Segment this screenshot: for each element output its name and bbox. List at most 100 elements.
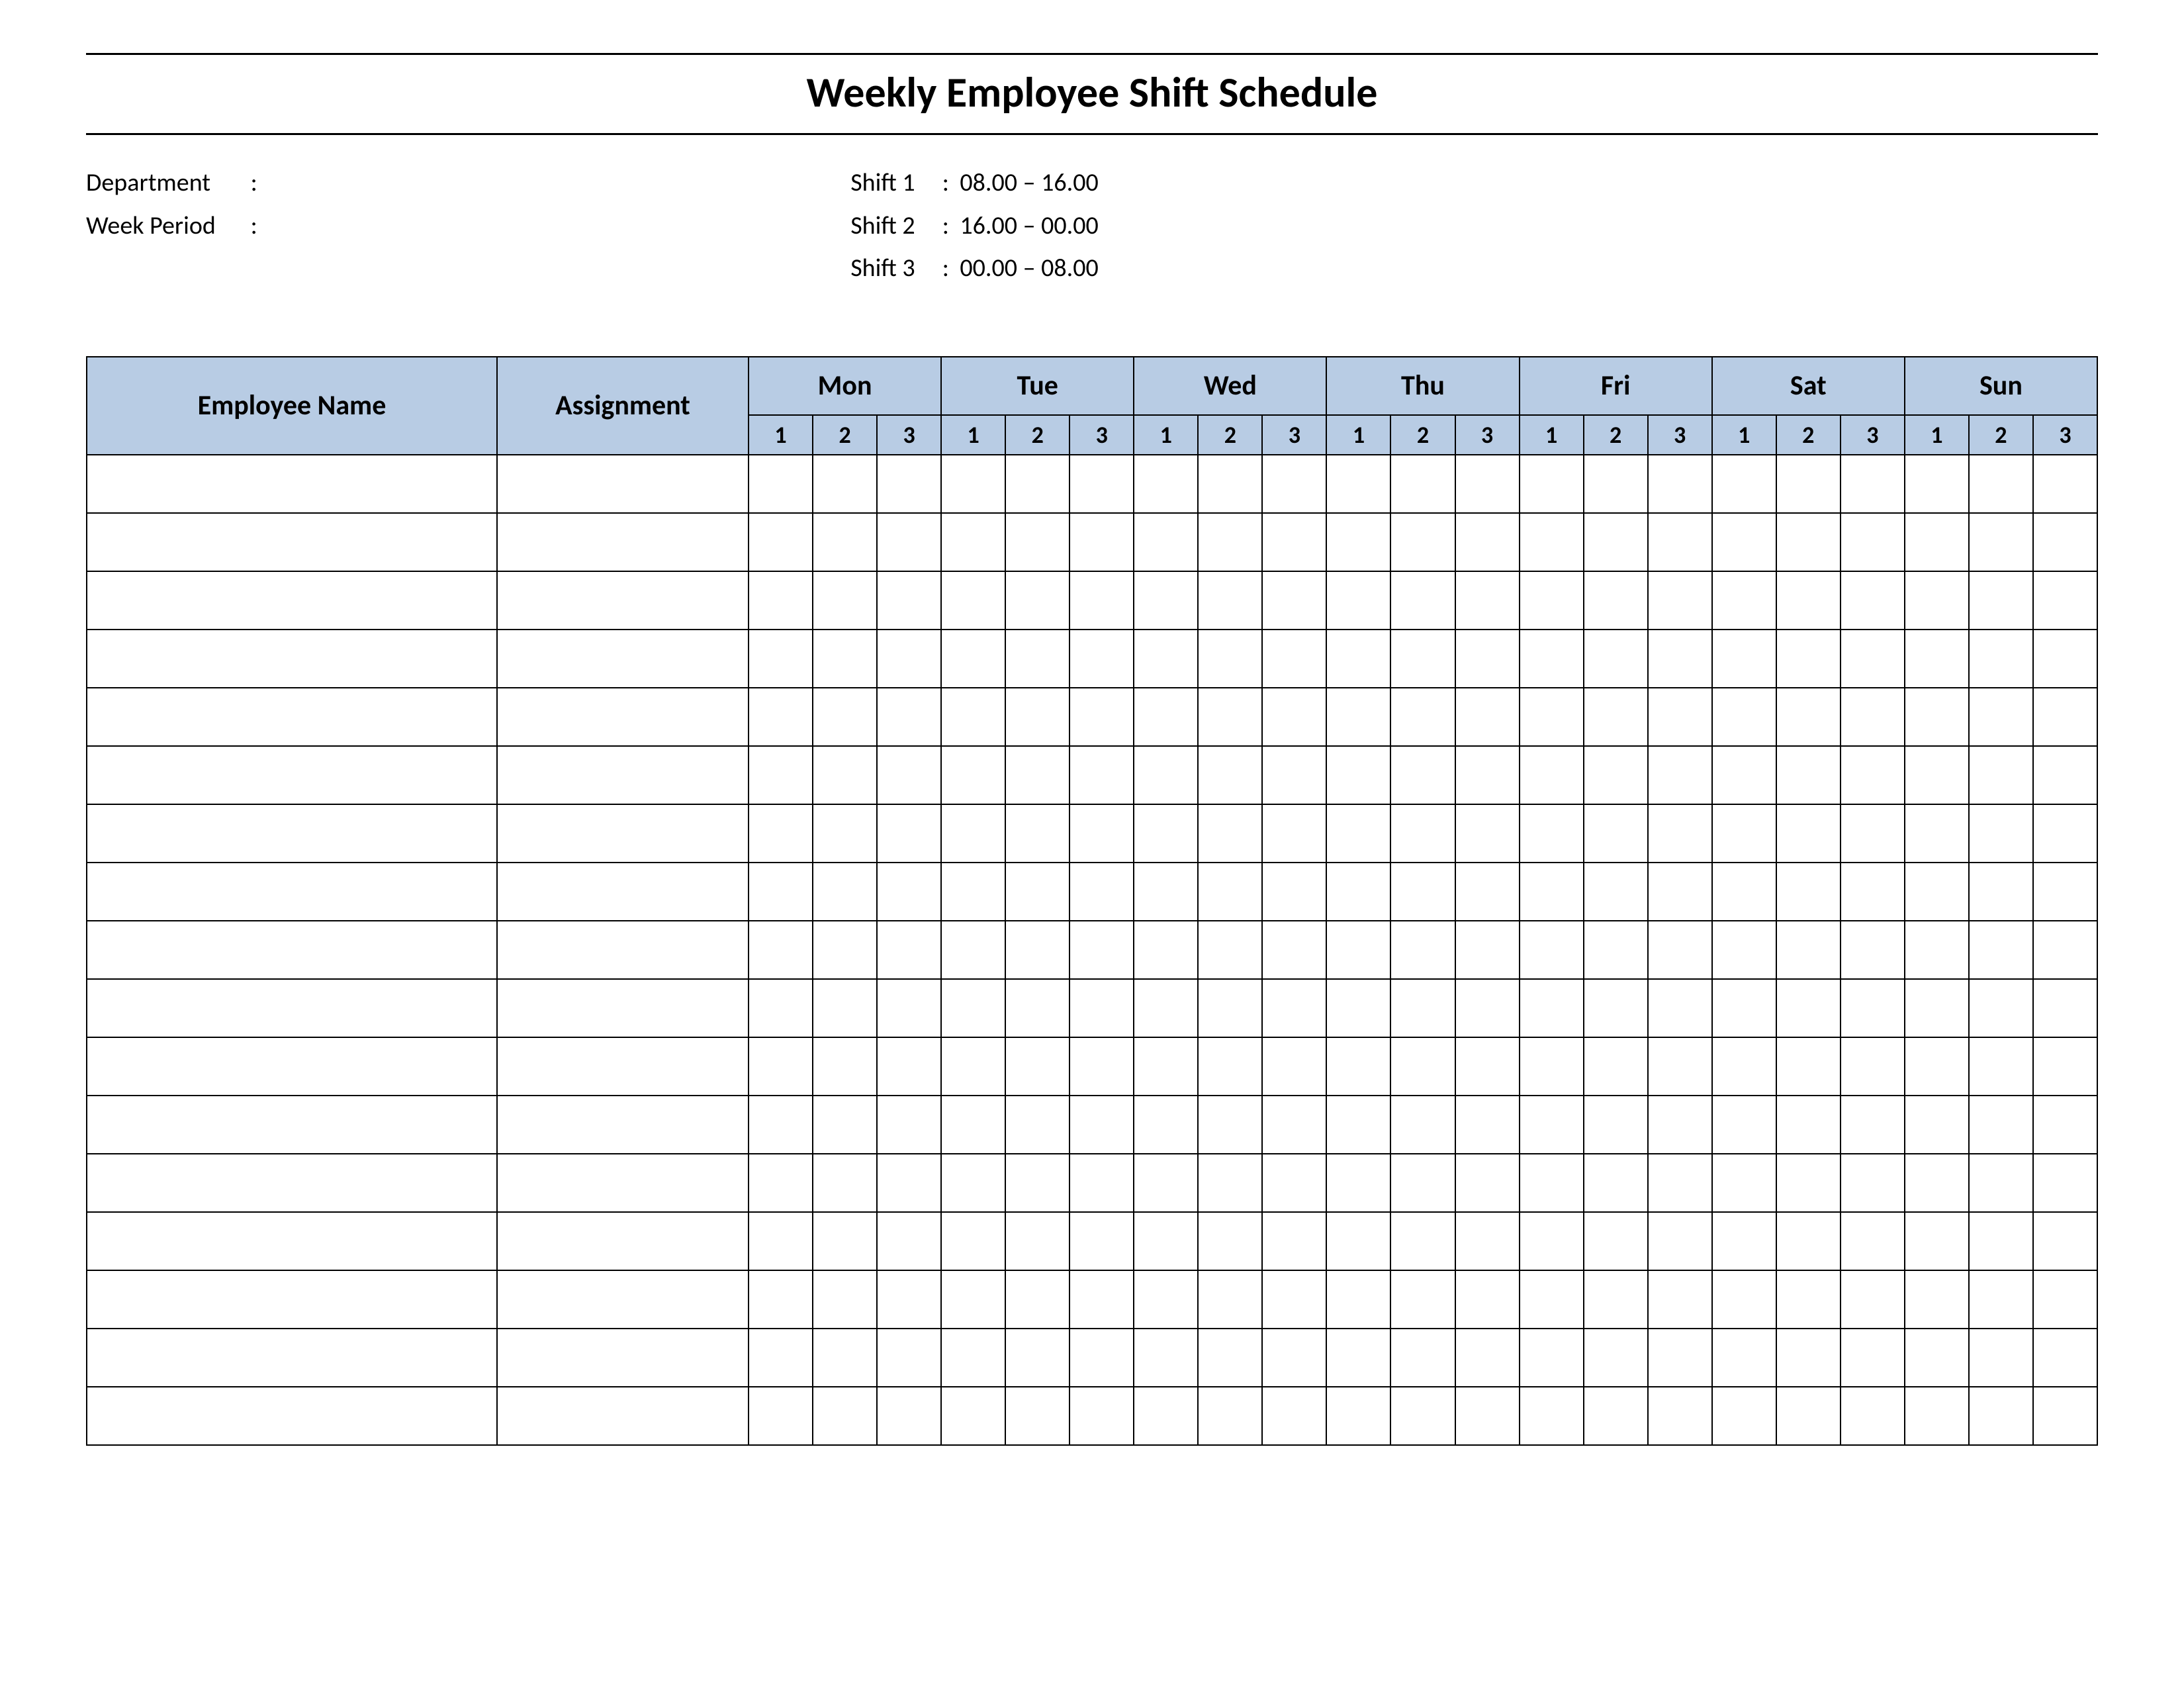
shift-cell bbox=[1905, 630, 1969, 688]
shift-cell bbox=[1969, 804, 2033, 863]
shift-range: 08.00 – 16.00 bbox=[960, 167, 1098, 198]
separator-colon: : bbox=[251, 162, 257, 205]
assignment-cell bbox=[497, 863, 749, 921]
shift-cell bbox=[1841, 921, 1905, 979]
shift-cell bbox=[1648, 921, 1712, 979]
shift-sub-header: 2 bbox=[813, 415, 877, 455]
shift-cell bbox=[1390, 746, 1455, 804]
shift-cell bbox=[813, 455, 877, 513]
shift-cell bbox=[877, 688, 941, 746]
shift-cell bbox=[1520, 1154, 1584, 1212]
shift-cell bbox=[1712, 979, 1776, 1037]
shift-cell bbox=[1648, 1387, 1712, 1445]
shift-cell bbox=[813, 921, 877, 979]
shift-cell bbox=[1841, 630, 1905, 688]
shift-cell bbox=[1005, 921, 1069, 979]
shift-cell bbox=[1198, 1096, 1262, 1154]
department-label: Department bbox=[86, 162, 245, 205]
shift-cell bbox=[1262, 979, 1326, 1037]
employee-name-cell bbox=[87, 921, 497, 979]
shift-cell bbox=[1969, 921, 2033, 979]
shift-cell bbox=[1584, 979, 1648, 1037]
assignment-cell bbox=[497, 688, 749, 746]
shift-cell bbox=[1069, 688, 1134, 746]
shift-cell bbox=[1069, 1096, 1134, 1154]
shift-cell bbox=[1520, 979, 1584, 1037]
shift-cell bbox=[1776, 513, 1841, 571]
shift-cell bbox=[1969, 688, 2033, 746]
shift-cell bbox=[1198, 1212, 1262, 1270]
shift-cell bbox=[1262, 1270, 1326, 1329]
shift-cell bbox=[1262, 921, 1326, 979]
week-period-row: Week Period : bbox=[86, 205, 850, 248]
shift-cell bbox=[877, 1096, 941, 1154]
shift-sub-header: 1 bbox=[749, 415, 813, 455]
shift-cell bbox=[1841, 979, 1905, 1037]
shift-sub-header: 1 bbox=[1520, 415, 1584, 455]
shift-cell bbox=[877, 863, 941, 921]
shift-cell bbox=[1455, 1037, 1520, 1096]
shift-cell bbox=[1262, 1212, 1326, 1270]
shift-cell bbox=[1584, 513, 1648, 571]
shift-cell bbox=[1841, 1037, 1905, 1096]
shift-cell bbox=[749, 1270, 813, 1329]
shift-cell bbox=[1584, 630, 1648, 688]
shift-cell bbox=[749, 1037, 813, 1096]
table-row bbox=[87, 1270, 2097, 1329]
shift-cell bbox=[1969, 1212, 2033, 1270]
shift-cell bbox=[1841, 1387, 1905, 1445]
shift-cell bbox=[1198, 1387, 1262, 1445]
shift-cell bbox=[1262, 455, 1326, 513]
shift-cell bbox=[1134, 921, 1198, 979]
shift-cell bbox=[1776, 863, 1841, 921]
shift-cell bbox=[1198, 1037, 1262, 1096]
shift-cell bbox=[1969, 1387, 2033, 1445]
shift-cell bbox=[1134, 688, 1198, 746]
shift-cell bbox=[1134, 455, 1198, 513]
shift-sub-header: 3 bbox=[1262, 415, 1326, 455]
shift-cell bbox=[1969, 1154, 2033, 1212]
employee-name-cell bbox=[87, 455, 497, 513]
day-header-wed: Wed bbox=[1134, 357, 1326, 415]
table-row bbox=[87, 1154, 2097, 1212]
shift-cell bbox=[1390, 513, 1455, 571]
shift-cell bbox=[1648, 804, 1712, 863]
shift-cell bbox=[1841, 804, 1905, 863]
shift-cell bbox=[1326, 1037, 1390, 1096]
shift-cell bbox=[1005, 1212, 1069, 1270]
shift-sub-header: 1 bbox=[1134, 415, 1198, 455]
shift-cell bbox=[1455, 804, 1520, 863]
shift-cell bbox=[1648, 1212, 1712, 1270]
shift-cell bbox=[1712, 1387, 1776, 1445]
shift-cell bbox=[749, 455, 813, 513]
shift-cell bbox=[1198, 921, 1262, 979]
shift-cell bbox=[877, 921, 941, 979]
shift-cell bbox=[941, 1387, 1005, 1445]
employee-name-cell bbox=[87, 863, 497, 921]
shift-cell bbox=[1326, 688, 1390, 746]
shift-label: Shift 3 bbox=[850, 247, 936, 290]
shift-cell bbox=[1069, 979, 1134, 1037]
shift-cell bbox=[749, 1387, 813, 1445]
shift-cell bbox=[1969, 455, 2033, 513]
shift-cell bbox=[1905, 979, 1969, 1037]
shift-cell bbox=[813, 1329, 877, 1387]
shift-cell bbox=[813, 513, 877, 571]
shift-cell bbox=[1905, 513, 1969, 571]
table-row bbox=[87, 746, 2097, 804]
employee-name-cell bbox=[87, 979, 497, 1037]
shift-cell bbox=[749, 804, 813, 863]
table-row bbox=[87, 1329, 2097, 1387]
shift-1-row: Shift 1 : 08.00 – 16.00 bbox=[850, 162, 2098, 205]
shift-cell bbox=[1648, 1154, 1712, 1212]
shift-cell bbox=[1455, 863, 1520, 921]
shift-cell bbox=[749, 571, 813, 630]
day-header-fri: Fri bbox=[1520, 357, 1712, 415]
shift-cell bbox=[1712, 1270, 1776, 1329]
shift-cell bbox=[941, 1096, 1005, 1154]
shift-cell bbox=[1905, 1387, 1969, 1445]
shift-cell bbox=[1712, 630, 1776, 688]
shift-cell bbox=[2033, 513, 2097, 571]
shift-cell bbox=[1905, 1096, 1969, 1154]
shift-sub-header: 3 bbox=[1069, 415, 1134, 455]
